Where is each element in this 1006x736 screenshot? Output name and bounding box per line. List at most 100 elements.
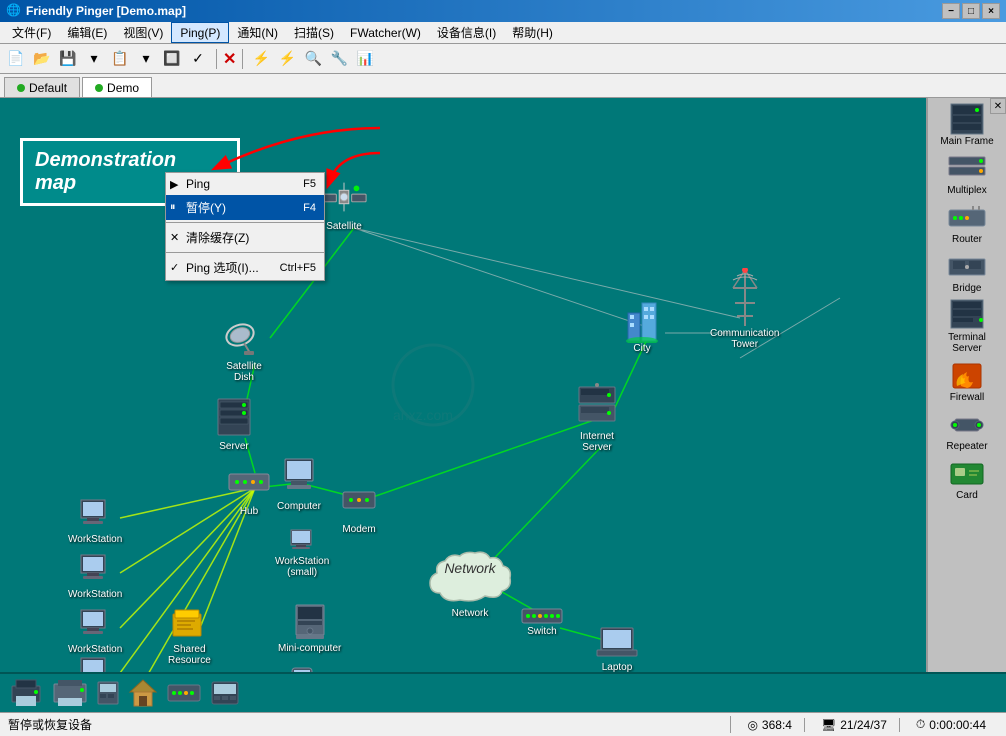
network-text-label: Network [452,608,489,619]
firewall-label: Firewall [950,392,984,403]
workstation1-icon [79,498,111,534]
element-mini-computer[interactable]: Mini-computer [278,603,341,654]
toolbar-search[interactable]: 🔍 [301,47,325,71]
hub2-icon[interactable] [166,681,202,705]
ping-dropdown-menu: ▶ Ping F5 ⏸ 暂停(Y) F4 ✕ 清除缓存(Z) ✓ Ping [165,172,325,281]
right-panel-card[interactable]: Card [931,456,1003,503]
menu-edit[interactable]: 编辑(E) [59,22,115,43]
internet-server-label: InternetServer [580,431,614,453]
menu-notify[interactable]: 通知(N) [229,22,286,43]
menu-view[interactable]: 视图(V) [115,22,171,43]
phone-icon[interactable] [210,680,240,706]
menu-scan[interactable]: 扫描(S) [286,22,342,43]
satellite-dish-icon [220,313,268,361]
right-panel-bridge[interactable]: Bridge [931,249,1003,296]
toolbar-new[interactable]: 📄 [4,47,28,71]
element-switch[interactable]: Switch [520,606,564,637]
watermark: anxz.com [373,325,533,445]
toolbar-close[interactable]: ✕ [223,49,236,69]
menu-help[interactable]: 帮助(H) [504,22,561,43]
map-canvas[interactable]: Demonstration map [0,98,1006,672]
hub-icon [225,458,273,506]
element-hub[interactable]: Hub [225,458,273,517]
firewall-icon [947,360,987,392]
dropdown-options[interactable]: ✓ Ping 选项(I)... Ctrl+F5 [166,255,324,280]
element-internet-server[interactable]: InternetServer [575,383,619,453]
element-server[interactable]: Server [210,393,258,452]
element-laptop[interactable]: Laptop [595,626,639,672]
tab-default-dot [17,84,25,92]
element-shared-resource[interactable]: SharedResource [168,608,211,666]
element-workstation2[interactable]: WorkStation [68,553,122,600]
right-panel-multiplex[interactable]: Multiplex [931,151,1003,198]
right-panel-repeater[interactable]: Repeater [931,407,1003,454]
satellite-icon [320,173,368,221]
ping-run-icon: ▶ [170,178,178,191]
minimize-button[interactable]: − [942,3,960,19]
element-satellite[interactable]: Satellite [320,173,368,232]
workstation2-label: WorkStation [68,589,122,600]
ping-shortcut: F5 [283,178,316,190]
toolbar-dropdown2[interactable]: ▾ [134,47,158,71]
mainframe-label: Main Frame [940,136,993,147]
right-panel-firewall[interactable]: Firewall [931,358,1003,405]
element-computer[interactable]: Computer [275,453,323,512]
element-workstation-small[interactable]: WorkStation(small) [275,528,329,578]
toolbar-separator1 [216,49,217,69]
element-comm-tower[interactable]: CommunicationTower [710,268,779,350]
bridge-label: Bridge [953,283,982,294]
element-modem[interactable]: Modem [335,476,383,535]
clock-icon: ⏱ [916,717,925,732]
maximize-button[interactable]: □ [962,3,980,19]
toolbar-grid[interactable]: 🔲 [160,47,184,71]
internet-server-icon [575,383,619,431]
dropdown-pause[interactable]: ⏸ 暂停(Y) F4 [166,195,324,220]
comm-tower-icon [727,268,763,328]
mini-computer-icon [292,603,328,643]
house-icon[interactable] [128,678,158,708]
right-panel-terminal-server[interactable]: Terminal Server [931,298,1003,356]
dropdown-ping[interactable]: ▶ Ping F5 [166,173,324,195]
element-workstation3[interactable]: WorkStation [68,608,122,655]
toolbar-separator2 [242,49,243,69]
dropdown-sep2 [166,252,324,253]
dropdown-clear[interactable]: ✕ 清除缓存(Z) [166,225,324,250]
toolbar-chart[interactable]: 📊 [353,47,377,71]
menu-devinfo[interactable]: 设备信息(I) [429,22,504,43]
menu-fwatcher[interactable]: FWatcher(W) [342,22,429,43]
element-workstation1[interactable]: WorkStation [68,498,122,545]
server-label: Server [219,441,248,452]
multiplex-icon [947,153,987,185]
right-panel-router[interactable]: Router [931,200,1003,247]
workstation-small-label: WorkStation(small) [275,556,329,578]
toolbar-dropdown1[interactable]: ▾ [82,47,106,71]
large-printer-icon[interactable] [52,678,88,708]
element-workstation4[interactable]: WorkStation [68,656,122,672]
pda-icon [290,666,314,672]
fax-icon[interactable] [96,678,120,708]
element-city[interactable]: City [620,293,664,354]
close-button[interactable]: × [982,3,1000,19]
card-label: Card [956,490,978,501]
toolbar-settings[interactable]: 🔧 [327,47,351,71]
city-icon [620,293,664,343]
toolbar-check[interactable]: ✓ [186,47,210,71]
app-icon: 🌐 [6,3,22,19]
printer-icon[interactable] [8,678,44,708]
element-network[interactable]: Network Network [420,548,520,619]
location-icon: ◎ [747,718,757,732]
tab-demo[interactable]: Demo [82,77,152,97]
element-satellite-dish[interactable]: SatelliteDish [220,313,268,383]
toolbar-copy[interactable]: 📋 [108,47,132,71]
hub-label: Hub [240,506,258,517]
tab-default[interactable]: Default [4,77,80,97]
toolbar-save[interactable]: 💾 [56,47,80,71]
panel-close-button[interactable]: ✕ [990,98,1006,114]
toolbar-ping2[interactable]: ⚡ [275,47,299,71]
toolbar-open[interactable]: 📂 [30,47,54,71]
menu-ping[interactable]: Ping(P) [171,22,229,43]
toolbar-ping1[interactable]: ⚡ [249,47,273,71]
router-icon [947,202,987,234]
element-pda[interactable]: PDA [290,666,314,672]
menu-file[interactable]: 文件(F) [4,22,59,43]
